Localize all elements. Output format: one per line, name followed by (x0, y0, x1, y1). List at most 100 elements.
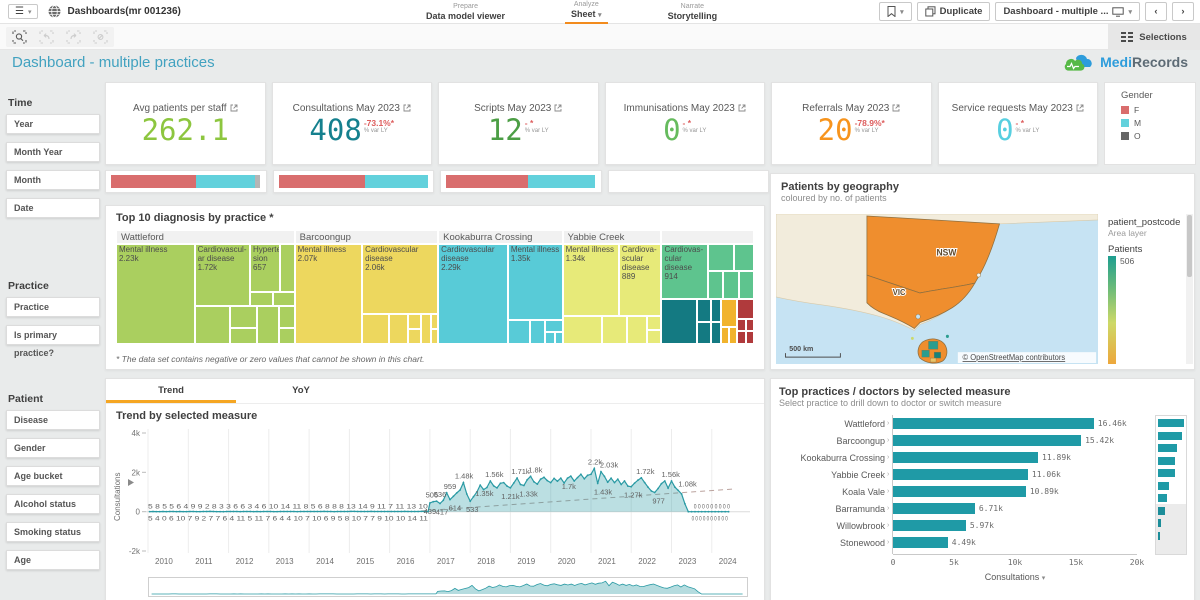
nav-tab-storytelling[interactable]: NarrateStorytelling (662, 0, 724, 24)
treemap-cell[interactable] (431, 314, 438, 329)
filter-month[interactable]: Month (6, 170, 100, 190)
bar[interactable] (893, 537, 948, 548)
bookmarks-button[interactable]: ▾ (879, 2, 912, 21)
treemap-cell[interactable] (195, 306, 231, 344)
gender-strip-1[interactable] (105, 170, 267, 193)
treemap-cell[interactable] (746, 331, 754, 344)
legend-item-m[interactable]: M (1121, 118, 1195, 128)
filter-is-primary-practice-[interactable]: Is primary practice? (6, 325, 100, 345)
treemap-cell[interactable] (362, 314, 389, 344)
treemap-cell[interactable] (734, 244, 754, 271)
filter-alcohol-status[interactable]: Alcohol status (6, 494, 100, 514)
clear-selections-button[interactable] (87, 27, 114, 47)
bar[interactable] (893, 452, 1038, 463)
treemap-cell-cardiova-scular-disease[interactable]: Cardiova- scular disease889 (619, 244, 662, 316)
treemap-cell[interactable] (421, 314, 431, 344)
prev-sheet-button[interactable]: ‹ (1145, 2, 1167, 21)
treemap-group-header[interactable]: Kookaburra Crossing (438, 230, 562, 244)
treemap-cell-cardiovascular-disease[interactable]: Cardiovascular disease2.06k (362, 244, 438, 314)
treemap-cell[interactable] (711, 299, 720, 322)
filter-disease[interactable]: Disease (6, 410, 100, 430)
treemap-cell[interactable] (721, 299, 738, 327)
treemap-group-header[interactable]: Barcoongup (295, 230, 439, 244)
treemap-cell[interactable] (408, 329, 421, 344)
treemap-cell[interactable] (250, 292, 273, 306)
treemap-cell[interactable] (711, 322, 720, 344)
treemap-cell[interactable] (602, 316, 627, 344)
treemap-cell[interactable] (697, 299, 712, 322)
treemap-cell-mental-illness[interactable]: Mental illness2.07k (295, 244, 362, 344)
filter-date[interactable]: Date (6, 198, 100, 218)
treemap-cell[interactable] (230, 306, 257, 328)
treemap-cell[interactable] (408, 314, 421, 329)
treemap-cell[interactable] (737, 319, 745, 331)
treemap-cell[interactable] (708, 271, 724, 299)
treemap-group-header[interactable]: Wattleford (116, 230, 295, 244)
nav-tab-data-model-viewer[interactable]: PrepareData model viewer (420, 0, 511, 24)
treemap-cell[interactable] (563, 316, 603, 344)
filter-year[interactable]: Year (6, 114, 100, 134)
bar[interactable] (893, 520, 966, 531)
treemap-cell[interactable] (431, 329, 438, 344)
treemap-cell[interactable] (555, 332, 562, 344)
global-menu-button[interactable]: ☰ ▾ (8, 4, 38, 19)
treemap-cell[interactable] (530, 320, 545, 344)
treemap-cell-mental-illness[interactable]: Mental illness1.34k (563, 244, 619, 316)
smart-search-button[interactable] (6, 27, 33, 47)
bar[interactable] (893, 418, 1094, 429)
treemap-cell-hyperten-sion[interactable]: Hyperten- sion657 (250, 244, 280, 292)
treemap-group-header[interactable]: Yabbie Creek (563, 230, 662, 244)
sheet-selector[interactable]: Dashboard - multiple ... ▾ (995, 2, 1140, 21)
treemap-cell[interactable] (279, 328, 295, 344)
treemap-cell[interactable] (723, 271, 739, 299)
nav-tab-sheet[interactable]: AnalyzeSheet ▾ (565, 0, 608, 24)
treemap-cell[interactable] (280, 244, 294, 292)
treemap-cell[interactable] (739, 271, 754, 299)
filter-age[interactable]: Age (6, 550, 100, 570)
step-back-button[interactable] (33, 27, 60, 47)
selections-tool[interactable]: Selections (1108, 24, 1200, 50)
treemap-group-header[interactable] (661, 230, 754, 244)
kpi-avg-patients-per-staff[interactable]: Avg patients per staff 262.1 (105, 82, 266, 165)
gender-strip-3[interactable] (440, 170, 602, 193)
treemap-cell[interactable] (545, 332, 555, 344)
gender-strip-2[interactable] (273, 170, 435, 193)
treemap-cell[interactable] (661, 299, 696, 344)
kpi-immunisations-may-2023[interactable]: Immunisations May 2023 0- *% var LY (605, 82, 766, 165)
bar[interactable] (893, 469, 1028, 480)
treemap-cell[interactable] (647, 330, 662, 344)
filter-gender[interactable]: Gender (6, 438, 100, 458)
treemap-cell-mental-illness[interactable]: Mental illness2.23k (116, 244, 195, 344)
trend-range-selector[interactable] (148, 577, 748, 600)
treemap-cell[interactable] (279, 306, 295, 328)
treemap-cell[interactable] (230, 328, 257, 344)
bars-scroll-minimap[interactable] (1155, 415, 1187, 555)
treemap-cell[interactable] (729, 327, 737, 344)
treemap-cell[interactable] (647, 316, 662, 330)
treemap-cell[interactable] (746, 319, 754, 331)
filter-age-bucket[interactable]: Age bucket (6, 466, 100, 486)
bar[interactable] (893, 486, 1026, 497)
treemap-cell[interactable] (737, 299, 754, 319)
kpi-service-requests-may-2023[interactable]: Service requests May 2023 0- *% var LY (938, 82, 1099, 165)
tab-trend[interactable]: Trend (106, 379, 236, 403)
treemap-cell[interactable] (508, 320, 530, 344)
treemap-cell-cardiovas-cular-disease[interactable]: Cardiovas- cular disease914 (661, 244, 707, 299)
kpi-referrals-may-2023[interactable]: Referrals May 2023 20-78.9%*% var LY (771, 82, 932, 165)
treemap-cell-mental-illness[interactable]: Mental illness1.35k (508, 244, 563, 320)
kpi-scripts-may-2023[interactable]: Scripts May 2023 12- *% var LY (438, 82, 599, 165)
treemap-cell[interactable] (389, 314, 408, 344)
bar[interactable] (893, 435, 1081, 446)
filter-smoking-status[interactable]: Smoking status (6, 522, 100, 542)
treemap-cell[interactable] (273, 292, 294, 306)
treemap-cell[interactable] (721, 327, 729, 344)
treemap-cell[interactable] (708, 244, 734, 271)
next-sheet-button[interactable]: › (1172, 2, 1194, 21)
tab-yoy[interactable]: YoY (236, 379, 366, 403)
map-legend-scrollbar[interactable] (1186, 214, 1193, 364)
filter-practice[interactable]: Practice (6, 297, 100, 317)
legend-item-o[interactable]: O (1121, 131, 1195, 141)
geo-map[interactable]: NSW VIC 500 km © OpenStreetMap contribut… (776, 214, 1098, 364)
step-forward-button[interactable] (60, 27, 87, 47)
treemap-cell-cardiovascular-disease[interactable]: Cardiovascular disease2.29k (438, 244, 508, 344)
